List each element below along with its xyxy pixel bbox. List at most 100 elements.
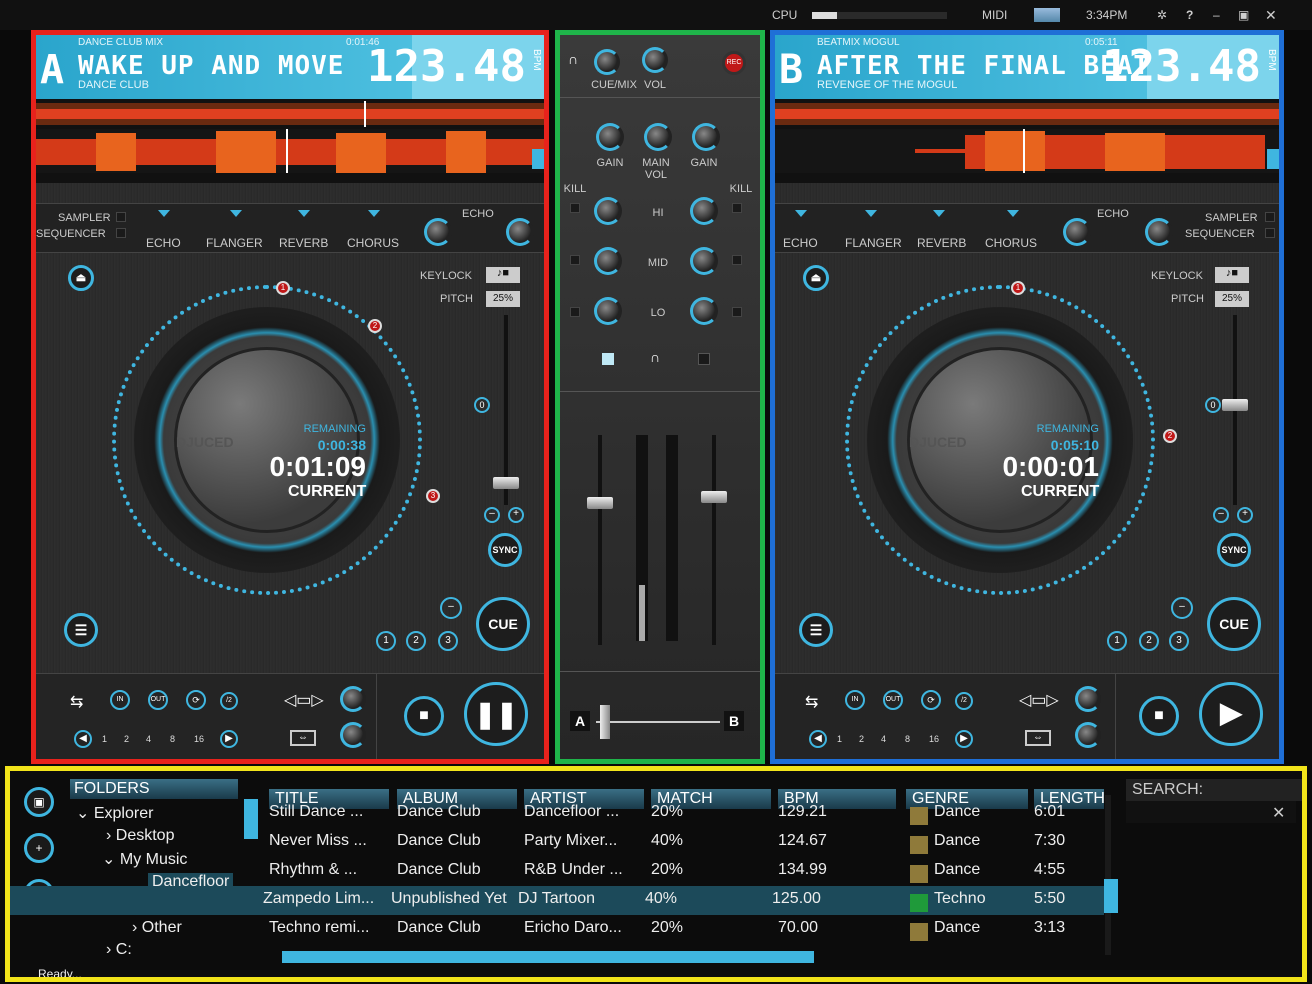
cuemix-knob[interactable] xyxy=(594,49,620,75)
deck-b-loop-length-icon[interactable]: ◁▭▷ xyxy=(1019,690,1059,710)
search-input[interactable] xyxy=(1126,801,1296,823)
deck-a-loop-in[interactable]: IN xyxy=(110,690,130,710)
deck-b-sampler-label[interactable]: SAMPLER xyxy=(1205,212,1258,224)
deck-b-slip-icon[interactable]: ⇔ xyxy=(1025,730,1051,746)
deck-b-sequencer-toggle[interactable] xyxy=(1265,228,1275,238)
deck-a-pause-button[interactable]: ❚❚ xyxy=(464,682,528,746)
deck-a-loop-next[interactable]: ▶ xyxy=(220,730,238,748)
cue-right-toggle[interactable] xyxy=(698,353,710,365)
deck-a-fx3-dropdown-icon[interactable] xyxy=(298,210,310,217)
deck-a-hotcue-marker-3[interactable]: 3 xyxy=(426,489,440,503)
deck-a-pitch-zero[interactable]: 0 xyxy=(474,397,490,413)
eq-hi-right-knob[interactable] xyxy=(690,197,718,225)
deck-a-slip-icon[interactable]: ⇔ xyxy=(290,730,316,746)
deck-a-hotcue-marker-1[interactable]: 1 xyxy=(276,281,290,295)
deck-b-hotcue-3[interactable]: 3 xyxy=(1169,631,1189,651)
deck-a-sync-button[interactable]: SYNC xyxy=(488,533,522,567)
table-hscrollbar[interactable] xyxy=(282,951,814,963)
deck-a-loop-size-2[interactable]: 2 xyxy=(124,734,129,744)
table-row[interactable]: Zampedo Lim... Unpublished Yet DJ Tartoon 4… xyxy=(10,886,1104,915)
channel-b-fader[interactable] xyxy=(701,491,727,503)
deck-a-stop-button[interactable]: ■ xyxy=(404,696,444,736)
deck-a-loop-icon[interactable]: ⇆ xyxy=(70,692,83,712)
deck-a-list-icon[interactable]: ☰ xyxy=(64,613,98,647)
cue-left-toggle[interactable] xyxy=(602,353,614,365)
deck-b-sequencer-label[interactable]: SEQUENCER xyxy=(1185,228,1255,240)
kill-mid-left[interactable] xyxy=(570,255,580,265)
deck-a-hotcue-1[interactable]: 1 xyxy=(376,631,396,651)
deck-a-pitch-fader[interactable] xyxy=(493,477,519,489)
eq-mid-right-knob[interactable] xyxy=(690,247,718,275)
deck-a-cue-button[interactable]: CUE xyxy=(476,597,530,651)
close-button[interactable]: ✕ xyxy=(1265,7,1277,24)
deck-a-fx4-label[interactable]: CHORUS xyxy=(347,236,399,250)
deck-b-pitch-fader[interactable] xyxy=(1222,399,1248,411)
deck-a-hotcue-2[interactable]: 2 xyxy=(406,631,426,651)
deck-a-loop-size-8[interactable]: 8 xyxy=(170,734,175,744)
deck-a-loop-reloop[interactable]: ⟳ xyxy=(186,690,206,710)
deck-a-keylock-toggle[interactable]: ♪■ xyxy=(486,267,520,283)
deck-a-fx-knob-1[interactable] xyxy=(424,218,452,246)
table-row[interactable]: Techno remi... Dance Club Ericho Daro... 20… xyxy=(10,915,1104,944)
headphone-vol-knob[interactable] xyxy=(642,47,668,73)
deck-b-loop-in[interactable]: IN xyxy=(845,690,865,710)
deck-a-fx4-dropdown-icon[interactable] xyxy=(368,210,380,217)
gain-right-knob[interactable] xyxy=(692,123,720,151)
deck-b-cue-minus[interactable]: – xyxy=(1171,597,1193,619)
deck-b-keylock-toggle[interactable]: ♪■ xyxy=(1215,267,1249,283)
deck-b-sampler-toggle[interactable] xyxy=(1265,212,1275,222)
deck-a-sampler-toggle[interactable] xyxy=(116,212,126,222)
kill-lo-right[interactable] xyxy=(732,307,742,317)
deck-b-pitch-zero[interactable]: 0 xyxy=(1205,397,1221,413)
deck-b-loop-size-16[interactable]: 16 xyxy=(929,734,939,744)
deck-b-fx-knob-1[interactable] xyxy=(1063,218,1091,246)
deck-a-fx3-label[interactable]: REVERB xyxy=(279,236,328,250)
kill-hi-left[interactable] xyxy=(570,203,580,213)
deck-b-fx4-label[interactable]: CHORUS xyxy=(985,236,1037,250)
table-row[interactable]: Never Miss ... Dance Club Party Mixer... 40… xyxy=(10,828,1104,857)
deck-a-pitch-value[interactable]: 25% xyxy=(486,291,520,307)
deck-b-slip-knob[interactable] xyxy=(1075,722,1101,748)
deck-a-loop-size-16[interactable]: 16 xyxy=(194,734,204,744)
gain-left-knob[interactable] xyxy=(596,123,624,151)
deck-b-hotcue-marker-1[interactable]: 1 xyxy=(1011,281,1025,295)
kill-hi-right[interactable] xyxy=(732,203,742,213)
deck-a-loop-prev[interactable]: ◀ xyxy=(74,730,92,748)
deck-b-loop-half[interactable]: /2 xyxy=(955,692,973,710)
deck-b-pitch-plus[interactable]: + xyxy=(1237,507,1253,523)
deck-a-fx1-dropdown-icon[interactable] xyxy=(158,210,170,217)
close-icon[interactable]: ✕ xyxy=(1272,803,1285,823)
deck-b-loop-knob[interactable] xyxy=(1075,686,1101,712)
eq-mid-left-knob[interactable] xyxy=(594,247,622,275)
deck-a-waveform[interactable] xyxy=(36,99,544,183)
deck-a-sequencer-label[interactable]: SEQUENCER xyxy=(36,228,106,240)
minimize-button[interactable]: – xyxy=(1213,8,1220,22)
deck-b-pitch-value[interactable]: 25% xyxy=(1215,291,1249,307)
kill-lo-left[interactable] xyxy=(570,307,580,317)
deck-b-fx1-label[interactable]: ECHO xyxy=(783,236,818,250)
deck-a-fx2-label[interactable]: FLANGER xyxy=(206,236,263,250)
eq-hi-left-knob[interactable] xyxy=(594,197,622,225)
eq-lo-left-knob[interactable] xyxy=(594,297,622,325)
table-scrollbar[interactable] xyxy=(1104,879,1118,913)
eject-icon[interactable]: ⏏ xyxy=(68,265,94,291)
deck-b-cue-button[interactable]: CUE xyxy=(1207,597,1261,651)
deck-b-loop-prev[interactable]: ◀ xyxy=(809,730,827,748)
crossfader[interactable] xyxy=(600,705,610,739)
deck-a-loop-size-4[interactable]: 4 xyxy=(146,734,151,744)
deck-b-list-icon[interactable]: ☰ xyxy=(799,613,833,647)
deck-a-fx1-label[interactable]: ECHO xyxy=(146,236,181,250)
deck-a-slip-knob[interactable] xyxy=(340,722,366,748)
main-vol-knob[interactable] xyxy=(644,123,672,151)
deck-a-sampler-label[interactable]: SAMPLER xyxy=(58,212,111,224)
deck-a-fx2-dropdown-icon[interactable] xyxy=(230,210,242,217)
table-row[interactable]: Rhythm & ... Dance Club R&B Under ... 20% 13… xyxy=(10,857,1104,886)
deck-b-fx3-label[interactable]: REVERB xyxy=(917,236,966,250)
deck-b-loop-size-2[interactable]: 2 xyxy=(859,734,864,744)
deck-b-stop-button[interactable]: ■ xyxy=(1139,696,1179,736)
deck-b-hotcue-marker-2[interactable]: 2 xyxy=(1163,429,1177,443)
deck-b-fx1-dropdown-icon[interactable] xyxy=(795,210,807,217)
deck-a-hotcue-marker-2[interactable]: 2 xyxy=(368,319,382,333)
deck-b-loop-reloop[interactable]: ⟳ xyxy=(921,690,941,710)
deck-b-fx2-dropdown-icon[interactable] xyxy=(865,210,877,217)
